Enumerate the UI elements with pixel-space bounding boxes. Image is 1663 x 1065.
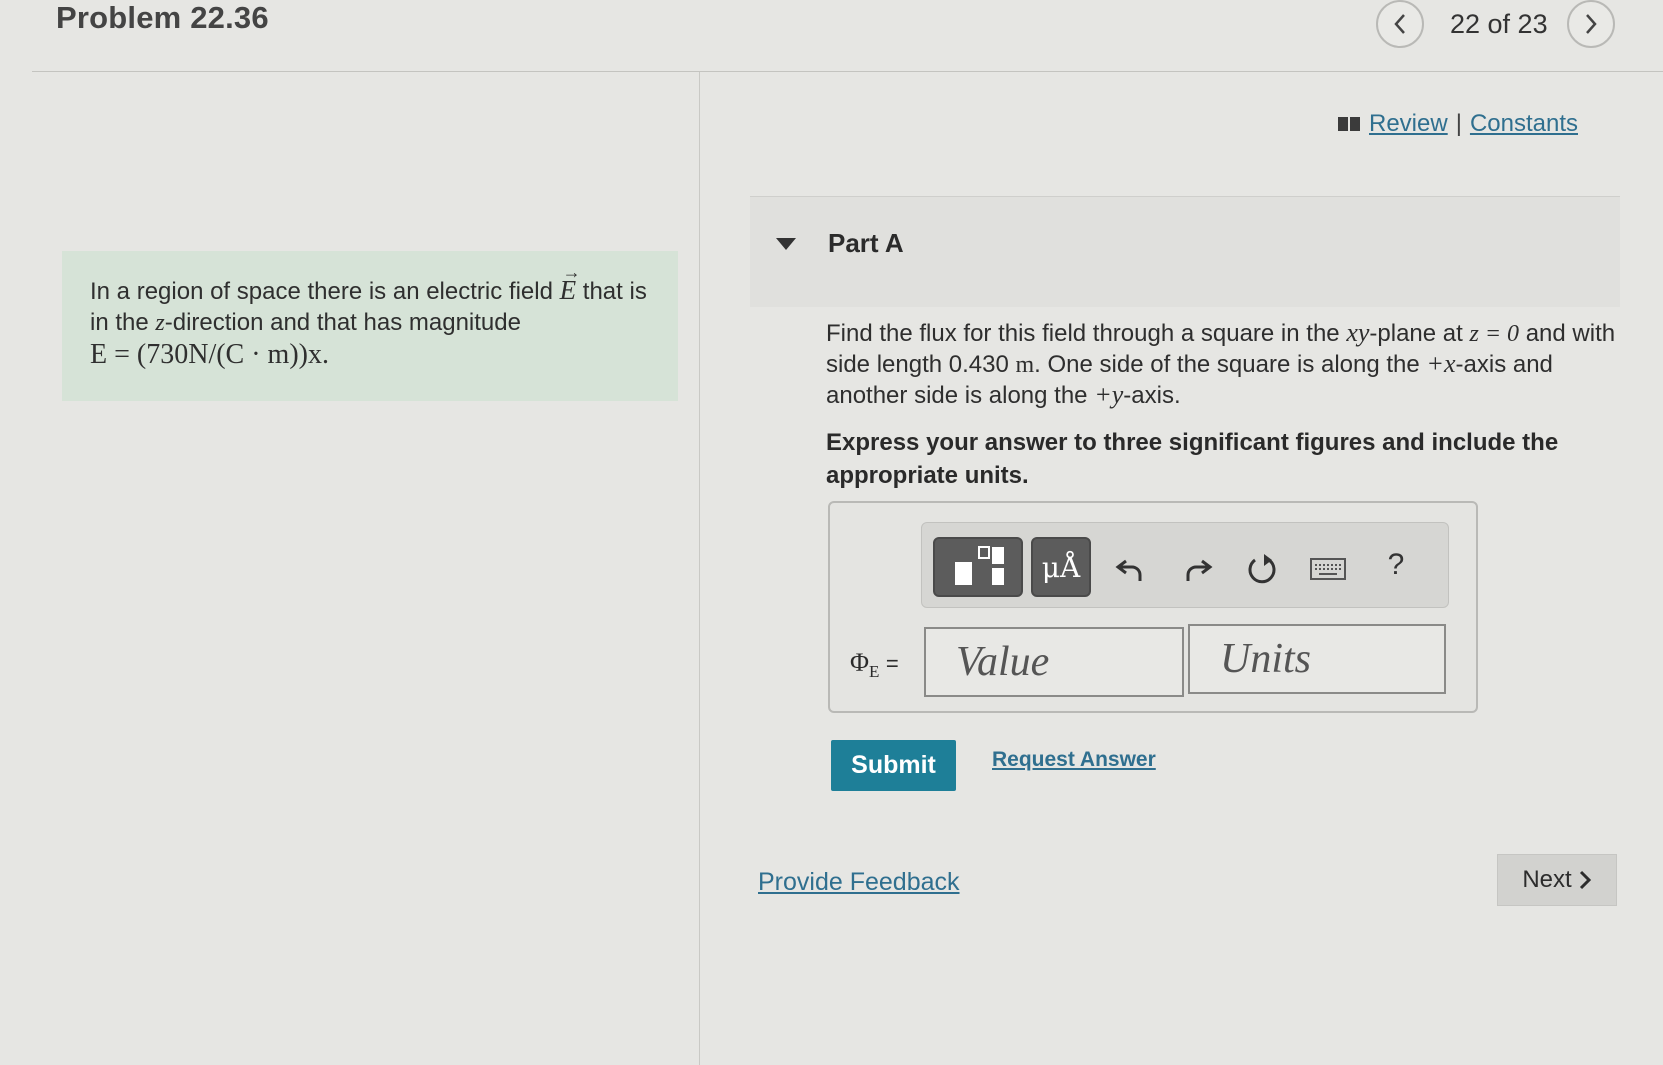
undo-icon (1115, 559, 1142, 581)
units-button[interactable]: μÅ (1031, 537, 1091, 597)
part-a-label: Part A (828, 228, 904, 258)
question-text: Find the flux for this field through a s… (826, 318, 1616, 409)
keyboard-icon (1310, 558, 1346, 580)
chevron-left-icon (1394, 14, 1405, 34)
column-divider (699, 72, 700, 1065)
collapse-caret-icon[interactable] (776, 238, 796, 250)
previous-problem-button[interactable] (1376, 0, 1424, 48)
provide-feedback-link[interactable]: Provide Feedback (758, 868, 960, 897)
value-input[interactable]: Value (924, 627, 1184, 697)
chevron-right-icon (1579, 870, 1591, 890)
review-link[interactable]: Review (1369, 110, 1448, 138)
undo-button[interactable] (1106, 545, 1154, 593)
templates-button[interactable] (933, 537, 1023, 597)
reset-button[interactable] (1238, 545, 1286, 593)
request-answer-link[interactable]: Request Answer (992, 748, 1156, 772)
fraction-template-icon (955, 546, 1004, 585)
submit-button[interactable]: Submit (831, 740, 956, 791)
constants-link[interactable]: Constants (1470, 110, 1578, 138)
units-input[interactable]: Units (1188, 624, 1446, 694)
answer-instruction: Express your answer to three significant… (826, 429, 1559, 489)
header-divider (32, 71, 1663, 72)
redo-button[interactable] (1174, 545, 1222, 593)
field-equation: E = (730N/(C · m))x. (90, 339, 329, 370)
redo-icon (1186, 559, 1213, 581)
vector-e-symbol: → E (559, 262, 581, 305)
chevron-right-icon (1586, 14, 1597, 34)
next-button[interactable]: Next (1497, 854, 1617, 906)
help-button[interactable]: ? (1372, 541, 1420, 589)
pager-count: 22 of 23 (1450, 9, 1548, 39)
problem-statement: In a region of space there is an electri… (62, 251, 678, 401)
keyboard-button[interactable] (1304, 545, 1352, 593)
page-title: Problem 22.36 (56, 0, 269, 35)
resource-links: Review | Constants (1337, 110, 1578, 138)
reset-icon (1248, 554, 1276, 584)
next-problem-button[interactable] (1567, 0, 1615, 48)
book-icon (1338, 117, 1360, 131)
answer-label: ΦE = (850, 648, 899, 682)
